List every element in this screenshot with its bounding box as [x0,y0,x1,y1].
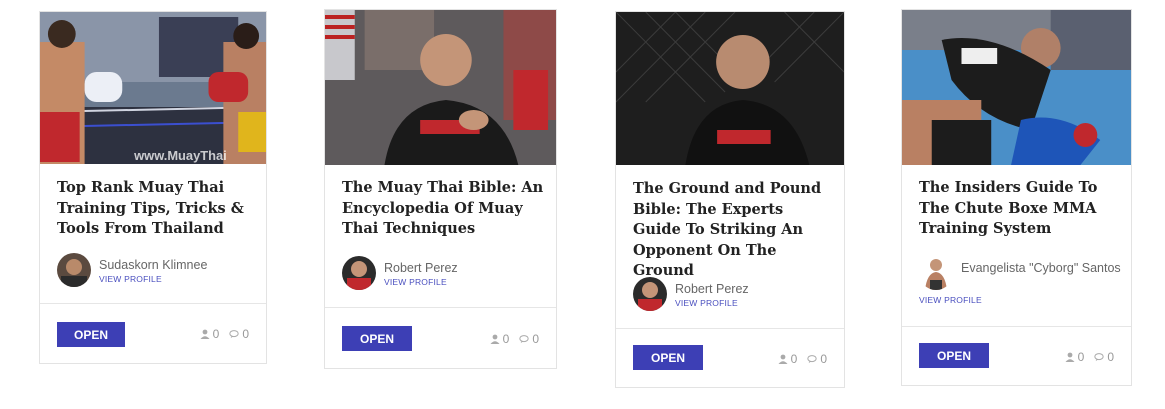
course-title[interactable]: The Insiders Guide To The Chute Boxe MMA… [919,178,1119,240]
likes-count: 0 [790,352,798,366]
user-icon [778,354,788,364]
muay-thai-training-image: www.MuayThai [40,12,266,164]
card-stats: 0 0 [1065,350,1114,364]
comments-stat: 0 [807,352,827,366]
comments-count: 0 [820,352,827,366]
course-card-4: The Insiders Guide To The Chute Boxe MMA… [901,9,1132,386]
course-thumbnail[interactable] [616,12,844,165]
view-profile-link[interactable]: VIEW PROFILE [99,274,162,284]
likes-stat: 0 [200,327,220,341]
divider [325,307,556,308]
comment-icon [519,335,529,344]
course-card-2: The Muay Thai Bible: An Encyclopedia Of … [324,9,557,369]
view-profile-link[interactable]: VIEW PROFILE [675,298,738,308]
likes-count: 0 [502,332,510,346]
open-button[interactable]: OPEN [57,322,125,347]
likes-count: 0 [1077,350,1085,364]
comments-stat: 0 [229,327,249,341]
course-thumbnail[interactable]: www.MuayThai [40,12,266,164]
likes-stat: 0 [778,352,798,366]
course-thumbnail[interactable] [902,10,1131,165]
card-stats: 0 0 [200,327,249,341]
comment-icon [229,330,239,339]
course-card-3: The Ground and Pound Bible: The Experts … [615,11,845,388]
avatar[interactable] [342,256,376,290]
author-name: Sudaskorn Klimnee [99,258,208,272]
author: Evangelista "Cyborg" Santos VIEW PROFILE [919,256,1121,305]
avatar[interactable] [57,253,91,287]
likes-stat: 0 [490,332,510,346]
course-card-1: www.MuayThai Top Rank Muay Thai Training… [39,11,267,364]
divider [40,303,266,304]
comments-stat: 0 [519,332,539,346]
avatar[interactable] [919,256,953,290]
divider [616,328,844,329]
course-title[interactable]: Top Rank Muay Thai Training Tips, Tricks… [57,178,254,240]
author-name: Evangelista "Cyborg" Santos [961,261,1121,275]
card-stats: 0 0 [490,332,539,346]
comments-stat: 0 [1094,350,1114,364]
comments-count: 0 [532,332,539,346]
card-stats: 0 0 [778,352,827,366]
instructor-video-image [325,10,556,165]
course-title[interactable]: The Ground and Pound Bible: The Experts … [633,179,832,282]
open-button[interactable]: OPEN [633,345,703,370]
course-title[interactable]: The Muay Thai Bible: An Encyclopedia Of … [342,178,544,240]
comment-icon [807,355,817,364]
comment-icon [1094,353,1104,362]
user-icon [1065,352,1075,362]
comments-count: 0 [242,327,249,341]
author: Robert Perez VIEW PROFILE [342,256,546,296]
author: Robert Perez VIEW PROFILE [633,277,834,317]
comments-count: 0 [1107,350,1114,364]
divider [902,326,1131,327]
user-icon [490,334,500,344]
author-name: Robert Perez [384,261,458,275]
author-name: Robert Perez [675,282,749,296]
view-profile-link[interactable]: VIEW PROFILE [919,295,982,305]
view-profile-link[interactable]: VIEW PROFILE [384,277,447,287]
avatar[interactable] [633,277,667,311]
mma-training-image [902,10,1131,165]
instructor-cage-image [616,12,844,165]
open-button[interactable]: OPEN [342,326,412,351]
user-icon [200,329,210,339]
open-button[interactable]: OPEN [919,343,989,368]
likes-count: 0 [212,327,220,341]
likes-stat: 0 [1065,350,1085,364]
thumbnail-watermark: www.MuayThai [133,148,227,163]
author: Sudaskorn Klimnee VIEW PROFILE [57,253,256,293]
course-thumbnail[interactable] [325,10,556,165]
